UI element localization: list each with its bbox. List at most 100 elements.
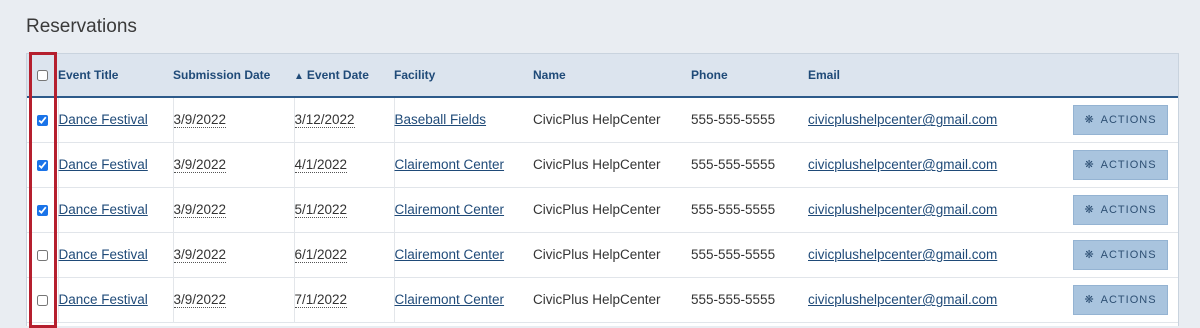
column-header-submission-date[interactable]: Submission Date xyxy=(173,54,294,97)
actions-button-label: ACTIONS xyxy=(1100,203,1157,216)
gear-icon: ❋ xyxy=(1084,294,1095,306)
facility-link[interactable]: Clairemont Center xyxy=(395,247,505,262)
row-select-cell xyxy=(27,277,59,322)
gear-icon: ❋ xyxy=(1084,204,1095,216)
actions-button-label: ACTIONS xyxy=(1100,113,1157,126)
facility-link[interactable]: Clairemont Center xyxy=(395,292,505,307)
row-checkbox[interactable] xyxy=(37,159,48,171)
email-cell: civicplushelpcenter@gmail.com xyxy=(808,142,1073,187)
submission-date-cell: 3/9/2022 xyxy=(173,277,295,322)
submission-date-cell: 3/9/2022 xyxy=(173,97,295,142)
email-cell: civicplushelpcenter@gmail.com xyxy=(808,232,1073,277)
select-all-checkbox[interactable] xyxy=(37,70,48,82)
submission-date: 3/9/2022 xyxy=(173,157,227,173)
phone-cell: 555-555-5555 xyxy=(691,247,776,262)
submission-date: 3/9/2022 xyxy=(173,112,227,129)
email-cell: civicplushelpcenter@gmail.com xyxy=(808,97,1073,142)
actions-cell: ❋ ACTIONS xyxy=(1073,97,1178,142)
gear-icon: ❋ xyxy=(1084,114,1095,127)
phone-cell: 555-555-5555 xyxy=(691,112,776,128)
event-title-cell: Dance Festival xyxy=(58,277,174,322)
submission-date-cell: 3/9/2022 xyxy=(173,142,295,187)
table-header-row: Event Title Submission Date ▲ Event Date … xyxy=(27,54,1178,97)
event-title-cell: Dance Festival xyxy=(58,97,174,142)
actions-cell: ❋ ACTIONS xyxy=(1073,187,1178,232)
email-cell: civicplushelpcenter@gmail.com xyxy=(808,187,1073,232)
event-title-link[interactable]: Dance Festival xyxy=(59,247,148,262)
event-title-cell: Dance Festival xyxy=(58,232,174,277)
submission-date-cell: 3/9/2022 xyxy=(173,187,295,232)
column-header-facility[interactable]: Facility xyxy=(394,54,533,97)
phone-cell: 555-555-5555 xyxy=(691,157,776,172)
header-select-cell xyxy=(27,54,58,97)
facility-link[interactable]: Clairemont Center xyxy=(395,202,505,217)
event-title-cell: Dance Festival xyxy=(58,187,174,232)
event-date: 3/12/2022 xyxy=(294,112,355,129)
event-date: 6/1/2022 xyxy=(294,247,348,263)
name-cell: CivicPlus HelpCenter xyxy=(533,112,661,128)
email-link[interactable]: civicplushelpcenter@gmail.com xyxy=(808,112,997,127)
actions-cell: ❋ ACTIONS xyxy=(1073,142,1178,187)
facility-cell: Baseball Fields xyxy=(394,97,533,142)
facility-link[interactable]: Baseball Fields xyxy=(395,112,487,127)
column-header-name[interactable]: Name xyxy=(533,54,691,97)
facility-cell: Clairemont Center xyxy=(394,232,533,277)
row-checkbox[interactable] xyxy=(37,249,48,261)
table-body: Dance Festival 3/9/2022 3/12/2022 Baseba… xyxy=(27,97,1178,322)
actions-cell: ❋ ACTIONS xyxy=(1073,232,1178,277)
event-date-cell: 4/1/2022 xyxy=(294,142,395,187)
email-link[interactable]: civicplushelpcenter@gmail.com xyxy=(808,157,997,172)
email-link[interactable]: civicplushelpcenter@gmail.com xyxy=(808,247,997,262)
facility-link[interactable]: Clairemont Center xyxy=(395,157,505,172)
facility-cell: Clairemont Center xyxy=(394,142,533,187)
submission-date-cell: 3/9/2022 xyxy=(173,232,295,277)
table-row: Dance Festival 3/9/2022 5/1/2022 Clairem… xyxy=(27,187,1178,232)
actions-button[interactable]: ❋ ACTIONS xyxy=(1073,104,1168,135)
actions-button[interactable]: ❋ ACTIONS xyxy=(1073,284,1168,315)
actions-button[interactable]: ❋ ACTIONS xyxy=(1073,239,1168,270)
section-title: Reservations xyxy=(26,16,137,37)
name-cell: CivicPlus HelpCenter xyxy=(533,202,661,217)
facility-cell: Clairemont Center xyxy=(394,187,533,232)
table-row: Dance Festival 3/9/2022 3/12/2022 Baseba… xyxy=(27,97,1178,142)
actions-button-label: ACTIONS xyxy=(1100,248,1157,261)
event-date: 7/1/2022 xyxy=(294,292,348,308)
event-title-link[interactable]: Dance Festival xyxy=(59,112,148,127)
sort-ascending-icon: ▲ xyxy=(294,71,304,82)
event-title-link[interactable]: Dance Festival xyxy=(59,292,148,307)
row-select-cell xyxy=(27,187,59,232)
table-row: Dance Festival 3/9/2022 4/1/2022 Clairem… xyxy=(27,142,1178,187)
column-header-email[interactable]: Email xyxy=(808,54,1073,97)
row-checkbox[interactable] xyxy=(37,115,48,127)
event-date-cell: 7/1/2022 xyxy=(294,277,395,322)
event-date: 4/1/2022 xyxy=(294,157,348,173)
event-date-cell: 6/1/2022 xyxy=(294,232,395,277)
phone-cell: 555-555-5555 xyxy=(691,202,776,217)
column-header-actions xyxy=(1073,54,1178,97)
reservations-table: Event Title Submission Date ▲ Event Date … xyxy=(26,53,1179,326)
name-cell: CivicPlus HelpCenter xyxy=(533,247,661,262)
row-select-cell xyxy=(27,142,59,187)
actions-button[interactable]: ❋ ACTIONS xyxy=(1073,194,1168,225)
table-row: Dance Festival 3/9/2022 6/1/2022 Clairem… xyxy=(27,232,1178,277)
submission-date: 3/9/2022 xyxy=(173,292,227,308)
column-header-event-title[interactable]: Event Title xyxy=(58,54,173,97)
email-link[interactable]: civicplushelpcenter@gmail.com xyxy=(808,202,997,217)
column-header-event-date-label: Event Date xyxy=(306,68,369,82)
event-title-link[interactable]: Dance Festival xyxy=(59,157,148,172)
email-cell: civicplushelpcenter@gmail.com xyxy=(808,277,1073,322)
email-link[interactable]: civicplushelpcenter@gmail.com xyxy=(808,292,997,307)
column-header-phone[interactable]: Phone xyxy=(691,54,808,97)
phone-cell: 555-555-5555 xyxy=(691,292,776,307)
actions-button-label: ACTIONS xyxy=(1100,158,1157,171)
event-title-cell: Dance Festival xyxy=(58,142,174,187)
row-checkbox[interactable] xyxy=(37,294,48,306)
row-checkbox[interactable] xyxy=(37,204,48,216)
gear-icon: ❋ xyxy=(1084,249,1095,261)
column-header-event-date[interactable]: ▲ Event Date xyxy=(294,54,394,97)
event-date-cell: 5/1/2022 xyxy=(294,187,395,232)
actions-button[interactable]: ❋ ACTIONS xyxy=(1073,149,1168,180)
event-title-link[interactable]: Dance Festival xyxy=(59,202,148,217)
actions-cell: ❋ ACTIONS xyxy=(1073,277,1178,322)
name-cell: CivicPlus HelpCenter xyxy=(533,157,661,172)
